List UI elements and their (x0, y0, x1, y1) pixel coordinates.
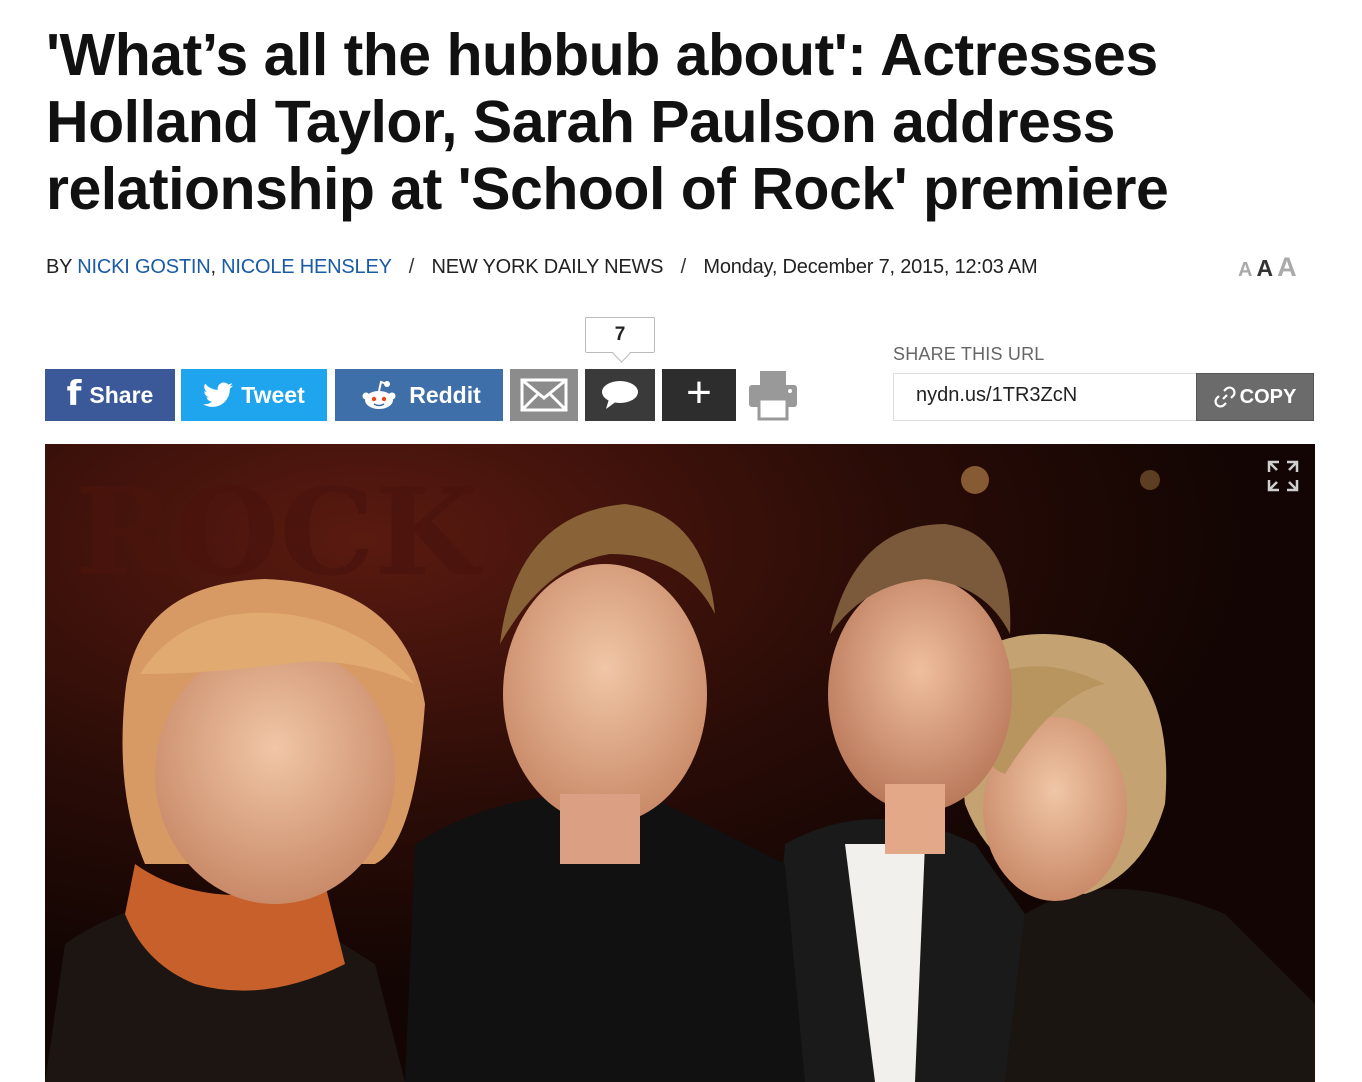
publication-name: NEW YORK DAILY NEWS (431, 256, 664, 278)
byline-separator: / (680, 256, 687, 278)
copy-label: COPY (1239, 385, 1297, 408)
more-share-options-button[interactable]: + (662, 369, 736, 421)
facebook-icon: f (66, 374, 82, 414)
expand-arrows-icon[interactable] (1263, 456, 1303, 496)
envelope-icon (520, 378, 568, 412)
print-button[interactable] (744, 369, 802, 421)
font-size-large-button[interactable]: A (1277, 252, 1297, 283)
article-photo[interactable]: ROCK (45, 444, 1315, 1082)
twitter-tweet-label: Tweet (241, 381, 305, 408)
byline-separator: / (408, 256, 415, 278)
author-separator: , (210, 256, 216, 278)
facebook-share-button[interactable]: f Share (45, 369, 175, 421)
publish-date: Monday, December 7, 2015, 12:03 AM (703, 256, 1038, 278)
share-url-input[interactable] (916, 384, 1176, 407)
reddit-share-button[interactable]: Reddit (335, 369, 503, 421)
twitter-tweet-button[interactable]: Tweet (181, 369, 327, 421)
font-size-controls: A A A (1238, 252, 1297, 283)
reddit-alien-icon (362, 380, 396, 409)
font-size-small-button[interactable]: A (1238, 259, 1252, 282)
byline-by: BY (46, 256, 72, 278)
link-icon (1214, 386, 1236, 408)
plus-icon: + (686, 368, 712, 417)
share-url-field[interactable] (893, 373, 1197, 421)
reddit-share-label: Reddit (409, 381, 481, 408)
facebook-share-label: Share (89, 381, 154, 408)
font-size-medium-button[interactable]: A (1256, 255, 1273, 282)
comment-count-badge[interactable]: 7 (585, 317, 655, 353)
comments-button[interactable] (585, 369, 655, 421)
copy-url-button[interactable]: COPY (1196, 373, 1314, 421)
share-url-label: SHARE THIS URL (893, 344, 1045, 364)
speech-bubble-icon (602, 381, 638, 409)
article-headline: 'What’s all the hubbub about': Actresses… (46, 22, 1169, 222)
email-share-button[interactable] (510, 369, 578, 421)
twitter-bird-icon (203, 382, 234, 407)
author-link-nicki-gostin[interactable]: NICKI GOSTIN (77, 256, 210, 278)
photo-image: ROCK (45, 444, 1315, 1082)
byline: BY NICKI GOSTIN, NICOLE HENSLEY / NEW YO… (46, 256, 1038, 279)
printer-icon (749, 371, 797, 421)
author-link-nicole-hensley[interactable]: NICOLE HENSLEY (221, 256, 391, 278)
